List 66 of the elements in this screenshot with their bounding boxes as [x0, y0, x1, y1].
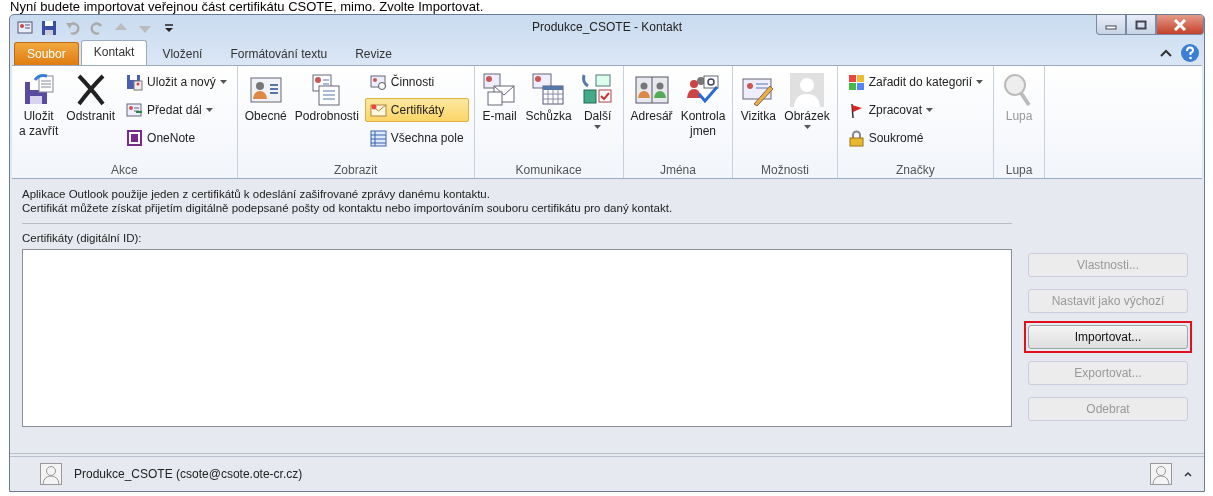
dropdown-arrow-icon [219, 80, 227, 84]
ribbon-button[interactable]: Adresář [628, 70, 675, 162]
group-label: Lupa [1004, 162, 1034, 178]
group-label: Akce [110, 162, 139, 178]
ribbon-button[interactable]: Podrobnosti [292, 70, 361, 162]
ribbon-tab[interactable]: Formátování textu [217, 42, 341, 65]
group-label: Značky [895, 162, 936, 178]
dialog-button[interactable]: Importovat... [1028, 325, 1188, 349]
ribbon-button[interactable]: Uložit a nový [121, 70, 232, 94]
contact-card-icon [369, 73, 387, 91]
envelope-icon [369, 101, 387, 119]
ribbon-button[interactable]: Vizitka [738, 70, 779, 162]
ribbon-button[interactable]: Další [577, 70, 618, 162]
field-label: Certifikáty (digitální ID): [22, 232, 143, 244]
close-icon [1173, 18, 1187, 31]
window-title: Produkce_CSOTE - Kontakt [531, 20, 683, 34]
dropdown-arrow-icon [205, 108, 213, 112]
info-text: Aplikace Outlook použije jeden z certifikátů k odeslání zašifrované zprávy danému kontaktu. [22, 187, 491, 201]
ribbon-tab[interactable]: Kontakt [80, 40, 148, 65]
ribbon-button[interactable]: Kontrola jmen [678, 70, 728, 162]
ribbon-button[interactable]: Zpracovat [842, 98, 989, 122]
ribbon-button[interactable]: Obrázek [782, 70, 832, 162]
lock-icon [847, 129, 865, 147]
person-icon [789, 72, 825, 108]
dropdown-arrow-icon [926, 108, 934, 112]
ribbon-button[interactable]: Uložit a zavřít [17, 70, 61, 162]
save-icon [126, 73, 144, 91]
envelope-icon [481, 72, 518, 108]
ribbon-button[interactable]: E-mail [479, 70, 520, 162]
save-icon[interactable] [40, 19, 58, 37]
contact-card-icon [126, 101, 144, 119]
ribbon-button[interactable]: Schůzka [523, 70, 574, 162]
ribbon-button[interactable]: Certifikáty [364, 98, 469, 122]
maximize-button[interactable] [1126, 15, 1156, 35]
category-icon [847, 73, 865, 91]
contact-card-icon[interactable] [16, 19, 34, 37]
ribbon-button[interactable]: OneNote [121, 126, 232, 150]
dropdown-arrow-icon [803, 125, 811, 129]
calendar-icon [530, 72, 567, 108]
group-label: Zobrazit [332, 162, 379, 178]
ribbon-button[interactable]: Všechna pole [364, 126, 469, 150]
avatar-icon [40, 463, 62, 485]
group-label: Jména [658, 162, 697, 178]
notebook-icon [126, 129, 144, 147]
caption-text: Nyní budete importovat veřejnou část certifikátu CSOTE, mimo. Zvolte Importovat. [9, 0, 485, 14]
ribbon-tab[interactable]: Vložení [149, 42, 216, 65]
close-button[interactable] [1156, 15, 1204, 35]
ribbon-button[interactable]: Zařadit do kategorií [842, 70, 989, 94]
ribbon-button[interactable]: Soukromé [842, 126, 989, 150]
avatar-icon [1150, 463, 1172, 485]
maximize-icon [1135, 19, 1147, 30]
ribbon-button[interactable]: Odstranit [64, 70, 118, 162]
ribbon-button[interactable]: Předat dál [121, 98, 232, 122]
ribbon-tab[interactable]: Revize [342, 42, 405, 65]
group-label: Možnosti [760, 162, 810, 178]
info-text: Certifikát můžete získat přijetím digitálně podepsané pošty od kontaktu nebo importováním souboru certifikátu pro daný kontakt. [22, 201, 674, 215]
ribbon-button[interactable]: Obecné [242, 70, 289, 162]
collapse-icon[interactable] [1160, 49, 1172, 57]
group-label: Komunikace [514, 162, 583, 178]
help-icon[interactable] [1180, 43, 1200, 63]
list-icon [369, 129, 387, 147]
dropdown-arrow-icon [594, 125, 602, 129]
ribbon-button[interactable]: Činnosti [364, 70, 469, 94]
dropdown-arrow-icon [976, 80, 984, 84]
expand-icon[interactable] [1184, 471, 1192, 477]
contact-name: Produkce_CSOTE (csote@csote.ote-cr.cz) [74, 467, 304, 481]
